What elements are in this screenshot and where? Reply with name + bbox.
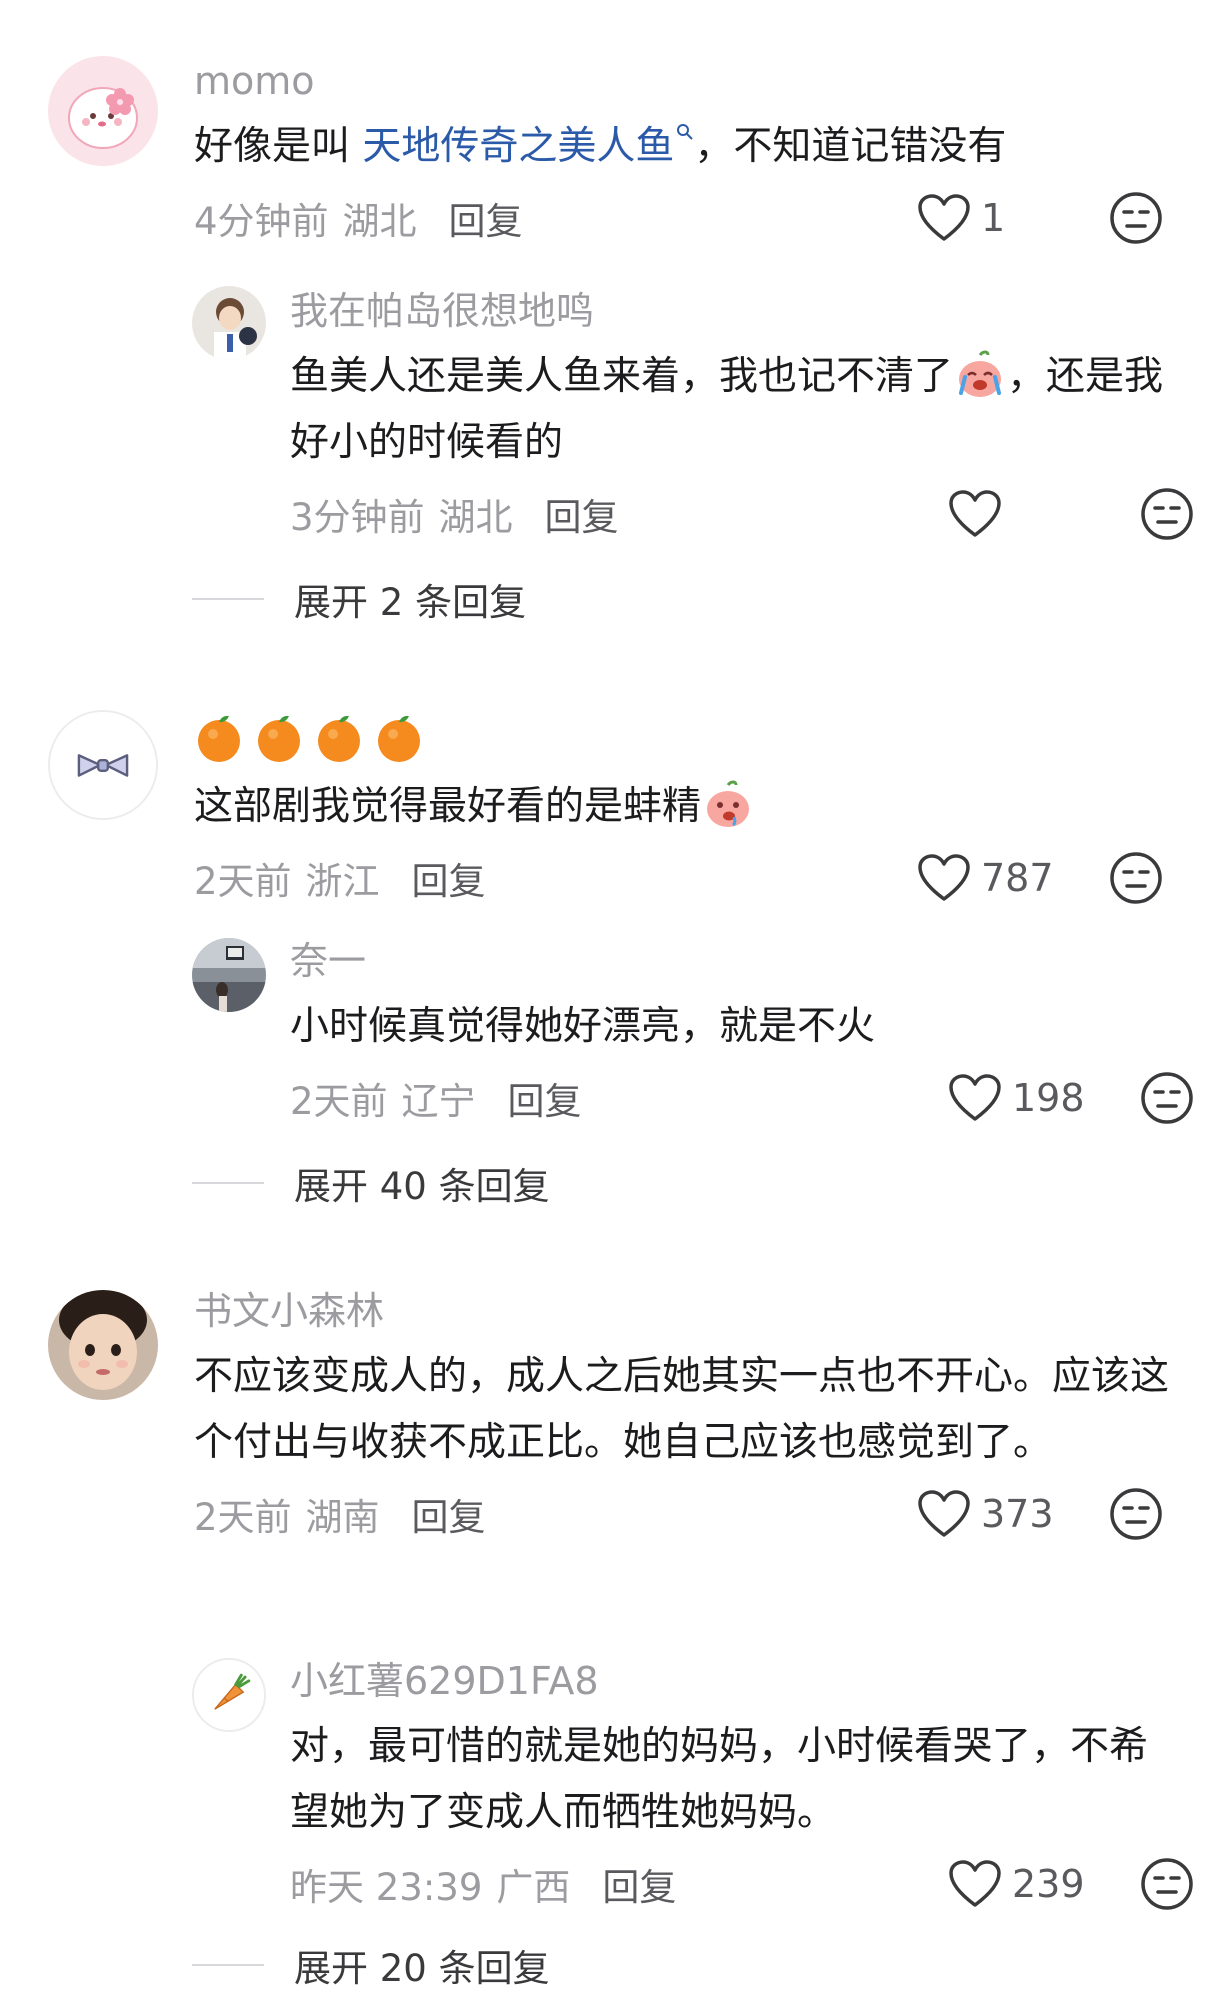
avatar[interactable] [192, 286, 266, 360]
divider [192, 1182, 264, 1184]
comment-time: 2天前 [194, 860, 292, 903]
comment-author[interactable]: 书文小森林 [194, 1286, 1169, 1336]
dislike-face-icon[interactable] [1109, 851, 1163, 905]
reply-button[interactable]: 回复 [412, 1487, 486, 1541]
reply-button[interactable]: 回复 [508, 1071, 582, 1125]
comment-text: 不应该变成人的，成人之后她其实一点也不开心。应该这个付出与收获不成正比。她自己应… [194, 1354, 1170, 1465]
expand-replies-button[interactable]: 展开 2 条回复 [192, 574, 526, 624]
like-button[interactable]: 787 [917, 853, 1054, 903]
reply-author[interactable]: 奈一 [290, 936, 1170, 986]
dislike-face-icon[interactable] [1109, 1487, 1163, 1541]
reply-time: 2天前 [290, 1080, 388, 1123]
reply-location: 湖北 [438, 496, 513, 539]
expand-replies-label: 展开 2 条回复 [294, 581, 527, 624]
expand-replies-label: 展开 40 条回复 [294, 1165, 550, 1208]
comment-time: 4分钟前 [194, 200, 329, 243]
dislike-face-icon[interactable] [1140, 487, 1194, 541]
like-count: 239 [1012, 1862, 1085, 1906]
emoji-line [194, 706, 1169, 770]
reply-meta: 昨天 23:39 广西 回复 239 [290, 1854, 1193, 1914]
reply-author[interactable]: 小红薯629D1FA8 [290, 1656, 1170, 1706]
reply-location: 广西 [496, 1866, 571, 1909]
avatar[interactable] [48, 710, 158, 820]
comment-meta: 2天前 浙江 回复 787 [194, 848, 1169, 908]
like-button[interactable]: 373 [917, 1489, 1054, 1539]
heart-icon [949, 1860, 1001, 1907]
reply-text-part: 鱼美人还是美人鱼来着，我也记不清了 [290, 354, 954, 399]
reply-actions: 198 [948, 1068, 1200, 1128]
comment-actions: 1 [917, 188, 1169, 248]
reply-text: 对，最可惜的就是她的妈妈，小时候看哭了，不希望她为了变成人而牺牲她妈妈。 [290, 1724, 1149, 1835]
heart-icon [918, 194, 970, 241]
comment-location: 湖北 [342, 200, 417, 243]
like-button[interactable]: 1 [917, 193, 1053, 243]
crying-face-emoji [955, 349, 1005, 399]
comment-actions: 373 [917, 1484, 1169, 1544]
expand-replies-button[interactable]: 展开 40 条回复 [192, 1158, 550, 1208]
comment-time: 2天前 [194, 1496, 292, 1539]
reply-button[interactable]: 回复 [545, 487, 619, 541]
dislike-face-icon[interactable] [1109, 191, 1163, 245]
heart-icon [918, 1490, 970, 1537]
like-button[interactable] [948, 489, 1084, 539]
comment-text-part: 这部剧我觉得最好看的是蚌精 [194, 784, 702, 829]
comment-actions: 787 [917, 848, 1169, 908]
search-link-label: 天地传奇之美人鱼 [362, 124, 675, 169]
reply-time: 昨天 23:39 [290, 1866, 483, 1909]
divider [192, 598, 264, 600]
search-superscript-icon [677, 124, 694, 140]
comment-author[interactable]: momo [194, 56, 1169, 106]
orange-emoji [378, 715, 420, 762]
comment-meta: 4分钟前 湖北 回复 1 [194, 188, 1169, 248]
comment-location: 浙江 [305, 860, 380, 903]
reply-text: 小时候真觉得她好漂亮，就是不火 [290, 1004, 876, 1049]
divider [192, 1964, 264, 1966]
like-button[interactable]: 198 [948, 1073, 1085, 1123]
reply-meta: 2天前 辽宁 回复 198 [290, 1068, 1193, 1128]
reply-time: 3分钟前 [290, 496, 425, 539]
comment-location: 湖南 [305, 1496, 380, 1539]
avatar[interactable] [192, 1658, 266, 1732]
like-count: 1 [981, 196, 1006, 240]
like-count: 787 [981, 856, 1054, 900]
reply-location: 辽宁 [401, 1080, 476, 1123]
comment-text-part: 好像是叫 [194, 124, 363, 169]
avatar[interactable] [48, 56, 158, 166]
avatar[interactable] [48, 1290, 158, 1400]
orange-emoji [258, 715, 300, 762]
reply-button[interactable]: 回复 [602, 1857, 676, 1911]
orange-emoji [198, 715, 240, 762]
comment-meta: 2天前 湖南 回复 373 [194, 1484, 1169, 1544]
reply-actions [948, 484, 1200, 544]
reply-button[interactable]: 回复 [412, 851, 486, 905]
expand-replies-label: 展开 20 条回复 [294, 1947, 550, 1990]
like-count: 198 [1012, 1076, 1085, 1120]
reply-text: 鱼美人还是美人鱼来着，我也记不清了 ，还是我好小的时候看的 [290, 344, 1170, 476]
comment-text: 这部剧我觉得最好看的是蚌精 [194, 774, 1169, 840]
search-link[interactable]: 天地传奇之美人鱼 [362, 124, 694, 169]
expand-replies-button[interactable]: 展开 20 条回复 [192, 1940, 550, 1990]
like-button[interactable]: 239 [948, 1859, 1085, 1909]
drooling-face-emoji [703, 779, 753, 829]
dislike-face-icon[interactable] [1140, 1071, 1194, 1125]
comment-text-part: ，不知道记错没有 [694, 124, 1007, 169]
comment-text: 好像是叫 天地传奇之美人鱼 ，不知道记错没有 [194, 114, 1169, 180]
reply-meta: 3分钟前 湖北 回复 [290, 484, 1193, 544]
reply-button[interactable]: 回复 [449, 191, 523, 245]
like-count: 373 [981, 1492, 1054, 1536]
heart-icon [949, 490, 1001, 537]
reply-actions: 239 [948, 1854, 1200, 1914]
orange-emoji [318, 715, 360, 762]
avatar[interactable] [192, 938, 266, 1012]
reply-author[interactable]: 我在帕岛很想地鸣 [290, 286, 1170, 336]
heart-icon [918, 854, 970, 901]
dislike-face-icon[interactable] [1140, 1857, 1194, 1911]
heart-icon [949, 1074, 1001, 1121]
